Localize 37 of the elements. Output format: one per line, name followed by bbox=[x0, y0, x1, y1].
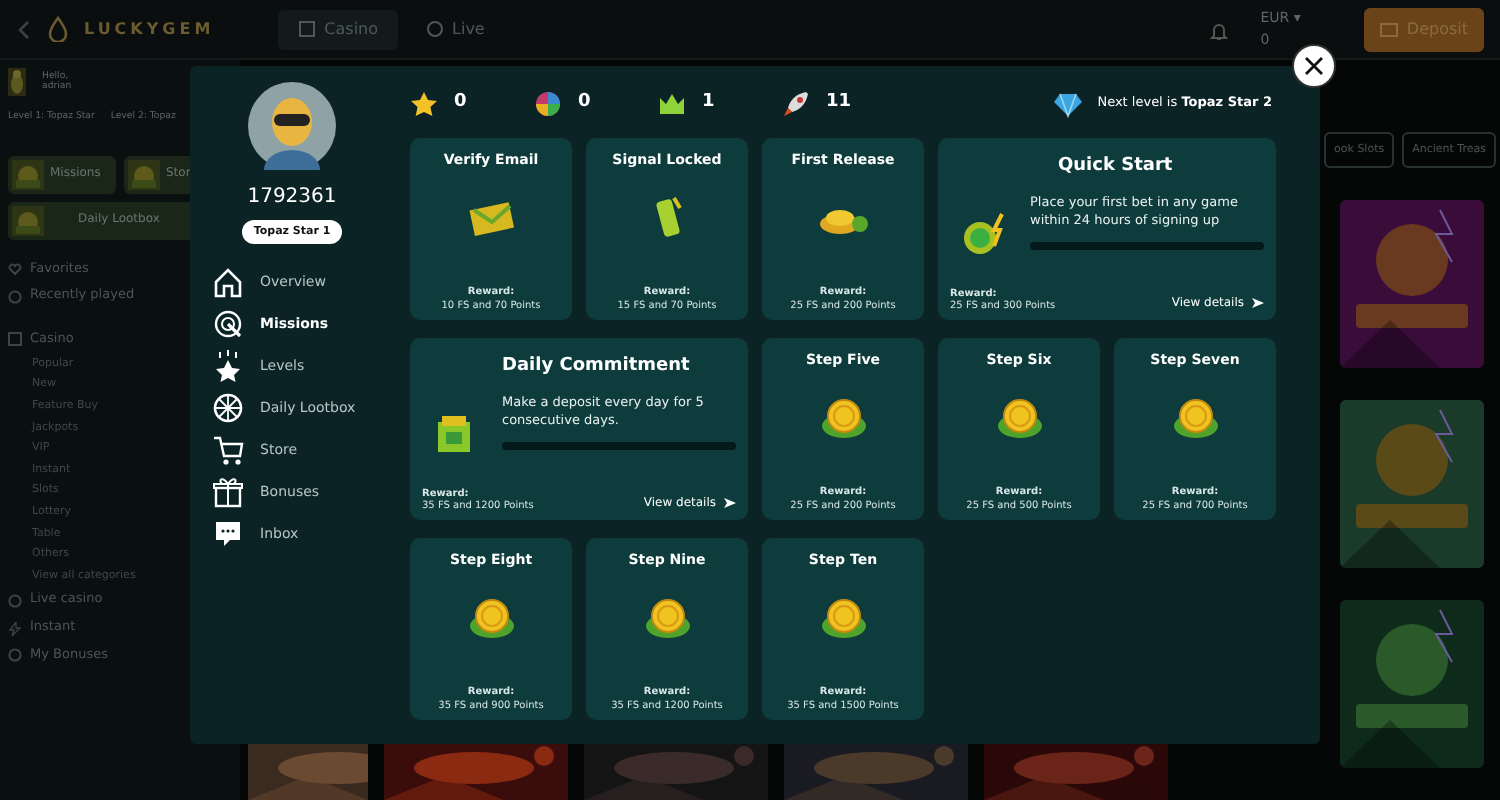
arrow-icon bbox=[724, 498, 736, 508]
wheel-icon bbox=[212, 391, 244, 424]
arrow-icon bbox=[1252, 298, 1264, 308]
bell-icon bbox=[1210, 19, 1229, 39]
logo[interactable]: LUCKYGEM bbox=[84, 17, 215, 41]
coin-icon bbox=[641, 593, 693, 642]
crown-icon bbox=[658, 90, 686, 118]
gem-icon bbox=[1053, 90, 1082, 118]
coin-icon bbox=[993, 393, 1045, 442]
wallet-icon bbox=[1380, 21, 1399, 37]
stat-value: 11 bbox=[826, 90, 852, 117]
coin-icon bbox=[817, 593, 869, 642]
nav-tab[interactable]: Live bbox=[406, 9, 505, 49]
back-icon bbox=[16, 19, 32, 39]
stat-value: 1 bbox=[702, 90, 715, 117]
wheel-icon bbox=[534, 90, 562, 118]
chat-icon bbox=[212, 517, 244, 550]
user-id: 1792361 bbox=[247, 184, 337, 212]
nav-tab[interactable]: Casino bbox=[278, 9, 399, 49]
avatar bbox=[248, 82, 336, 170]
heart-icon bbox=[8, 261, 22, 276]
cart-icon bbox=[212, 433, 244, 466]
coin-icon bbox=[1169, 393, 1221, 442]
rocket-icon bbox=[782, 90, 810, 118]
stat-value: 0 bbox=[578, 90, 591, 117]
close-icon bbox=[1304, 56, 1324, 76]
gem-logo-icon bbox=[48, 16, 68, 42]
mission-title: Daily Commitment bbox=[502, 354, 692, 380]
coin-icon bbox=[465, 593, 517, 642]
coin-icon bbox=[817, 393, 869, 442]
star-icon bbox=[212, 349, 244, 382]
target-icon bbox=[212, 307, 244, 340]
mission-title: Quick Start bbox=[1058, 154, 1175, 180]
home-icon bbox=[212, 265, 244, 298]
star-icon bbox=[410, 90, 438, 118]
bolt-icon bbox=[8, 621, 22, 636]
stat-value: 0 bbox=[454, 90, 467, 117]
